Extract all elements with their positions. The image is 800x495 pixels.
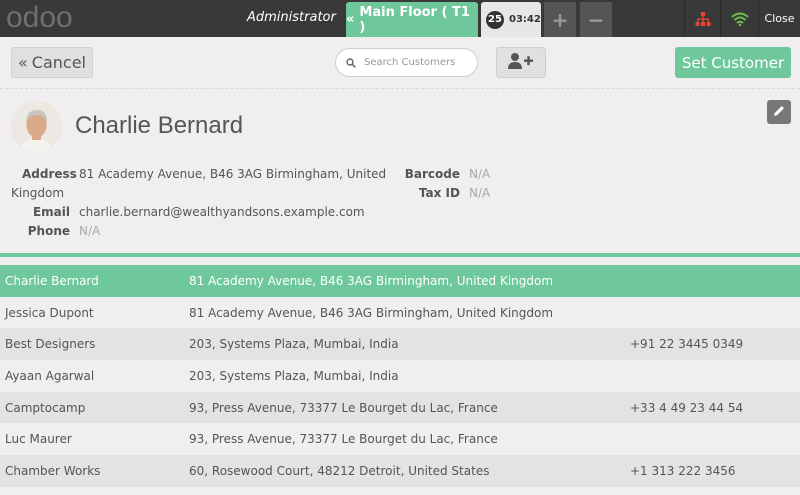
top-bar: odoo Administrator « Main Floor ( T1 ) 2…	[0, 0, 800, 37]
order-time: 03:42	[509, 14, 541, 25]
network-icon[interactable]	[684, 0, 720, 37]
email-label: Email	[32, 205, 70, 219]
floor-button[interactable]: « Main Floor ( T1 )	[346, 2, 478, 37]
table-row[interactable]: Ayaan Agarwal 203, Systems Plaza, Mumbai…	[0, 360, 800, 392]
order-number-badge: 25	[486, 10, 504, 29]
wifi-icon[interactable]	[720, 0, 758, 37]
address-value: 81 Academy Avenue, B46 3AG Birmingham, U…	[79, 167, 387, 181]
address-label: Address	[22, 167, 77, 181]
delete-order-button[interactable]: −	[580, 2, 612, 37]
add-user-icon	[507, 52, 535, 74]
barcode-label: Barcode	[404, 167, 460, 181]
customer-address-cell: 93, Press Avenue, 73377 Le Bourget du La…	[189, 432, 498, 447]
table-row[interactable]: Jessica Dupont 81 Academy Avenue, B46 3A…	[0, 296, 800, 329]
divider	[0, 88, 800, 89]
customer-address-cell: 81 Academy Avenue, B46 3AG Birmingham, U…	[189, 305, 554, 320]
search-box[interactable]	[335, 48, 478, 77]
customer-name-cell: Chamber Works	[5, 463, 101, 478]
barcode-value: N/A	[469, 167, 491, 181]
customer-address-cell: 203, Systems Plaza, Mumbai, India	[189, 337, 399, 352]
taxid-label: Tax ID	[418, 186, 460, 200]
search-input[interactable]	[364, 57, 464, 68]
username[interactable]: Administrator	[247, 10, 336, 25]
customer-list: Charlie Bernard 81 Academy Avenue, B46 3…	[0, 265, 800, 487]
search-icon	[346, 53, 356, 72]
table-row[interactable]: Chamber Works 60, Rosewood Court, 48212 …	[0, 455, 800, 487]
table-row[interactable]: Luc Maurer 93, Press Avenue, 73377 Le Bo…	[0, 423, 800, 456]
customer-address-cell: 60, Rosewood Court, 48212 Detroit, Unite…	[189, 463, 490, 478]
table-row[interactable]: Camptocamp 93, Press Avenue, 73377 Le Bo…	[0, 391, 800, 424]
cancel-label: Cancel	[31, 53, 86, 72]
phone-label: Phone	[27, 224, 70, 238]
customer-phone-cell: +33 4 49 23 44 54	[630, 400, 744, 415]
customer-name-cell: Jessica Dupont	[5, 305, 94, 320]
edit-button[interactable]	[767, 100, 791, 124]
accent-divider	[0, 253, 800, 257]
customer-address-cell: 203, Systems Plaza, Mumbai, India	[189, 368, 399, 383]
customer-name-cell: Luc Maurer	[5, 432, 72, 447]
customer-address-cell: 81 Academy Avenue, B46 3AG Birmingham, U…	[189, 273, 554, 288]
customer-name-cell: Camptocamp	[5, 400, 86, 415]
customer-address-cell: 93, Press Avenue, 73377 Le Bourget du La…	[189, 400, 498, 415]
close-button[interactable]: Close	[758, 0, 800, 37]
customer-name-cell: Charlie Bernard	[5, 273, 99, 288]
avatar	[11, 101, 62, 152]
set-customer-button[interactable]: Set Customer	[675, 47, 791, 78]
customer-name: Charlie Bernard	[75, 112, 244, 139]
double-chevron-left-icon: «	[18, 53, 28, 72]
email-value: charlie.bernard@wealthyandsons.example.c…	[79, 205, 365, 219]
add-customer-button[interactable]	[496, 47, 546, 78]
new-order-button[interactable]: +	[544, 2, 576, 37]
cancel-button[interactable]: « Cancel	[11, 47, 93, 78]
pencil-icon	[772, 103, 786, 122]
order-tab[interactable]: 25 03:42	[481, 2, 541, 37]
address-value-cont: Kingdom	[11, 186, 65, 200]
customer-name-cell: Best Designers	[5, 337, 96, 352]
customer-phone-cell: +91 22 3445 0349	[630, 337, 744, 352]
table-row[interactable]: Best Designers 203, Systems Plaza, Mumba…	[0, 328, 800, 361]
customer-phone-cell: +1 313 222 3456	[630, 463, 736, 478]
floor-label: Main Floor ( T1 )	[359, 4, 470, 35]
table-row[interactable]: Charlie Bernard 81 Academy Avenue, B46 3…	[0, 265, 800, 297]
odoo-logo: odoo	[6, 1, 73, 34]
customer-name-cell: Ayaan Agarwal	[5, 368, 95, 383]
phone-value: N/A	[79, 224, 101, 238]
double-chevron-left-icon: «	[346, 12, 355, 27]
taxid-value: N/A	[469, 186, 491, 200]
